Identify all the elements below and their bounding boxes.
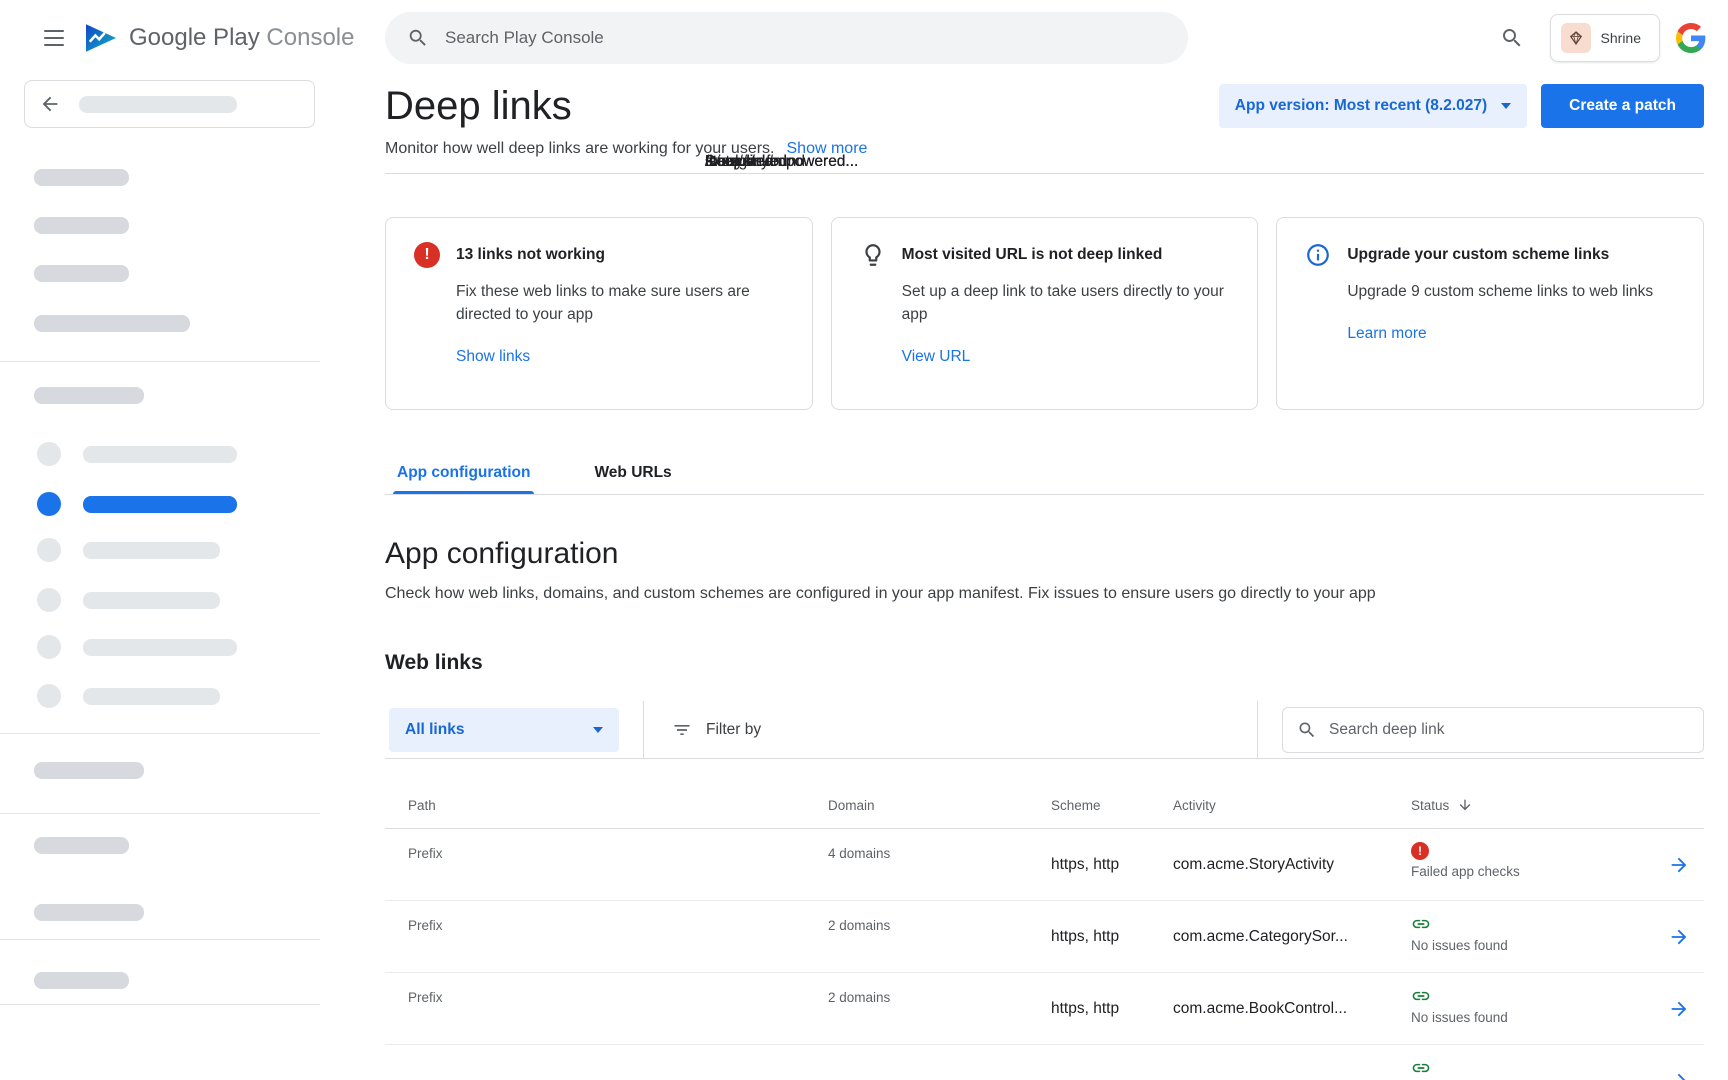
table-row[interactable]: /item/ store.steampowered... Deep linked xyxy=(385,1045,1704,1080)
page-header: Deep links Monitor how well deep links a… xyxy=(385,76,1704,158)
menu-icon[interactable] xyxy=(30,14,78,62)
nav-skeleton-bar xyxy=(34,315,190,332)
nav-skeleton-dot xyxy=(37,588,61,612)
nav-skeleton-bar xyxy=(83,592,220,609)
sidebar-active-item-dot xyxy=(37,492,61,516)
global-search-input[interactable] xyxy=(445,28,1166,48)
sidebar-divider xyxy=(0,361,320,362)
logo-text: Google Play Console xyxy=(129,24,354,52)
tab-app-configuration[interactable]: App configuration xyxy=(393,450,534,494)
status-cell: Deep linked xyxy=(1411,1045,1645,1080)
chevron-down-icon xyxy=(1501,103,1511,109)
search-icon xyxy=(407,27,429,49)
web-links-table: Path Domain Scheme Activity Status /stor… xyxy=(385,777,1704,1080)
nav-skeleton-bar xyxy=(34,217,129,234)
sidebar-divider xyxy=(0,813,320,814)
nav-skeleton-bar xyxy=(83,542,220,559)
main-content: Deep links Monitor how well deep links a… xyxy=(320,76,1728,1080)
nav-skeleton-bar xyxy=(79,96,237,113)
nav-skeleton-bar xyxy=(83,639,237,656)
nav-skeleton-bar xyxy=(34,265,129,282)
error-icon: ! xyxy=(414,242,440,268)
topbar-right: Shrine xyxy=(1490,14,1706,62)
sidebar-item-active[interactable] xyxy=(83,496,237,513)
play-console-logo-icon xyxy=(84,23,118,53)
nav-skeleton-bar xyxy=(34,972,129,989)
show-links-link[interactable]: Show links xyxy=(456,348,530,366)
app-switcher[interactable]: Shrine xyxy=(1550,14,1660,62)
nav-skeleton-bar xyxy=(34,904,144,921)
app-version-dropdown[interactable]: App version: Most recent (8.2.027) xyxy=(1219,84,1527,128)
topbar: Google Play Console Shrine xyxy=(0,0,1728,76)
nav-skeleton-dot xyxy=(37,684,61,708)
nav-skeleton-dot xyxy=(37,635,61,659)
nav-skeleton-bar xyxy=(34,837,129,854)
app-switcher-label: Shrine xyxy=(1601,30,1641,46)
play-console-logo[interactable]: Google Play Console xyxy=(84,14,354,62)
nav-skeleton-dot xyxy=(37,442,61,466)
links-filter-dropdown[interactable]: All links xyxy=(389,708,619,752)
search-icon-button[interactable] xyxy=(1490,16,1534,60)
sidebar xyxy=(0,76,320,1080)
logo-text-console: Console xyxy=(266,24,354,51)
arrow-back-icon xyxy=(39,93,61,115)
google-logo[interactable] xyxy=(1676,23,1706,53)
shrine-app-icon xyxy=(1561,23,1591,53)
chevron-down-icon xyxy=(593,727,603,733)
nav-skeleton-bar xyxy=(34,169,129,186)
sidebar-divider xyxy=(0,1004,320,1005)
card-title: 13 links not working xyxy=(456,246,605,264)
search-icon xyxy=(1500,26,1524,50)
nav-skeleton-bar xyxy=(34,762,144,779)
create-patch-button[interactable]: Create a patch xyxy=(1541,84,1704,128)
sidebar-divider xyxy=(0,733,320,734)
sidebar-divider xyxy=(0,939,320,940)
back-button[interactable] xyxy=(24,80,315,128)
nav-skeleton-bar xyxy=(83,688,220,705)
global-search[interactable] xyxy=(385,12,1188,64)
nav-skeleton-bar xyxy=(34,387,144,404)
nav-skeleton-dot xyxy=(37,538,61,562)
nav-skeleton-bar xyxy=(83,446,237,463)
logo-text-google-play: Google Play xyxy=(129,24,260,51)
